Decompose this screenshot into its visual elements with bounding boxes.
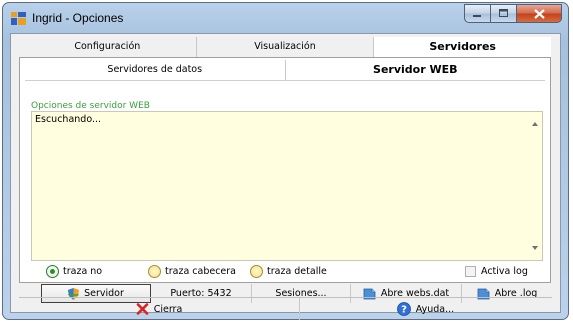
caption-buttons [464, 4, 562, 23]
radio-traza-detalle-label: traza detalle [267, 266, 327, 277]
log-scrollbar[interactable] [527, 112, 542, 260]
options-window: Ingrid - Opciones Configuración Visualiz… [2, 2, 569, 320]
radio-traza-detalle[interactable]: traza detalle [250, 265, 327, 278]
title-bar[interactable]: Ingrid - Opciones [3, 3, 568, 33]
radio-unselected-icon [148, 265, 161, 278]
radio-unselected-icon [250, 265, 263, 278]
radio-traza-cabecera-label: traza cabecera [165, 266, 236, 277]
minimize-icon [473, 14, 481, 17]
client-area: Configuración Visualización Servidores S… [10, 33, 561, 320]
svg-text:?: ? [401, 305, 407, 316]
radio-traza-cabecera[interactable]: traza cabecera [148, 265, 236, 278]
tab-visualizacion[interactable]: Visualización [197, 37, 375, 58]
tab-servidor-web[interactable]: Servidor WEB [284, 60, 546, 80]
scroll-down-icon[interactable] [532, 246, 538, 250]
window-title: Ingrid - Opciones [32, 11, 124, 25]
app-icon [11, 12, 26, 25]
tab-servidores[interactable]: Servidores [374, 37, 552, 58]
cierra-label: Cierra [153, 303, 183, 315]
close-window-button[interactable] [517, 4, 562, 23]
cierra-button[interactable]: Cierra [19, 298, 300, 320]
radio-selected-icon [46, 265, 59, 278]
top-tab-bar: Configuración Visualización Servidores [19, 37, 552, 58]
sub-tab-bar: Servidores de datos Servidor WEB [25, 60, 545, 81]
close-icon [533, 8, 545, 19]
minimize-button[interactable] [464, 4, 491, 23]
tab-configuracion[interactable]: Configuración [19, 37, 197, 58]
ayuda-button[interactable]: ? Ayuda... [299, 298, 552, 320]
help-icon: ? [396, 302, 411, 316]
activa-log-checkbox[interactable]: Activa log [465, 266, 528, 277]
close-x-icon [136, 303, 149, 315]
radio-traza-no-label: traza no [63, 266, 103, 277]
log-textarea[interactable]: Escuchando... [31, 111, 543, 261]
activa-log-label: Activa log [481, 266, 528, 277]
scroll-up-icon[interactable] [532, 122, 538, 126]
tab-servidores-de-datos[interactable]: Servidores de datos [25, 60, 285, 80]
log-text: Escuchando... [35, 114, 102, 125]
checkbox-box[interactable] [465, 266, 476, 277]
maximize-icon [498, 9, 508, 17]
web-options-group-label: Opciones de servidor WEB [31, 101, 150, 111]
maximize-button[interactable] [491, 4, 517, 23]
radio-traza-no[interactable]: traza no [46, 265, 102, 278]
footer-bar: Cierra ? Ayuda... [19, 297, 552, 320]
ayuda-label: Ayuda... [415, 303, 455, 315]
